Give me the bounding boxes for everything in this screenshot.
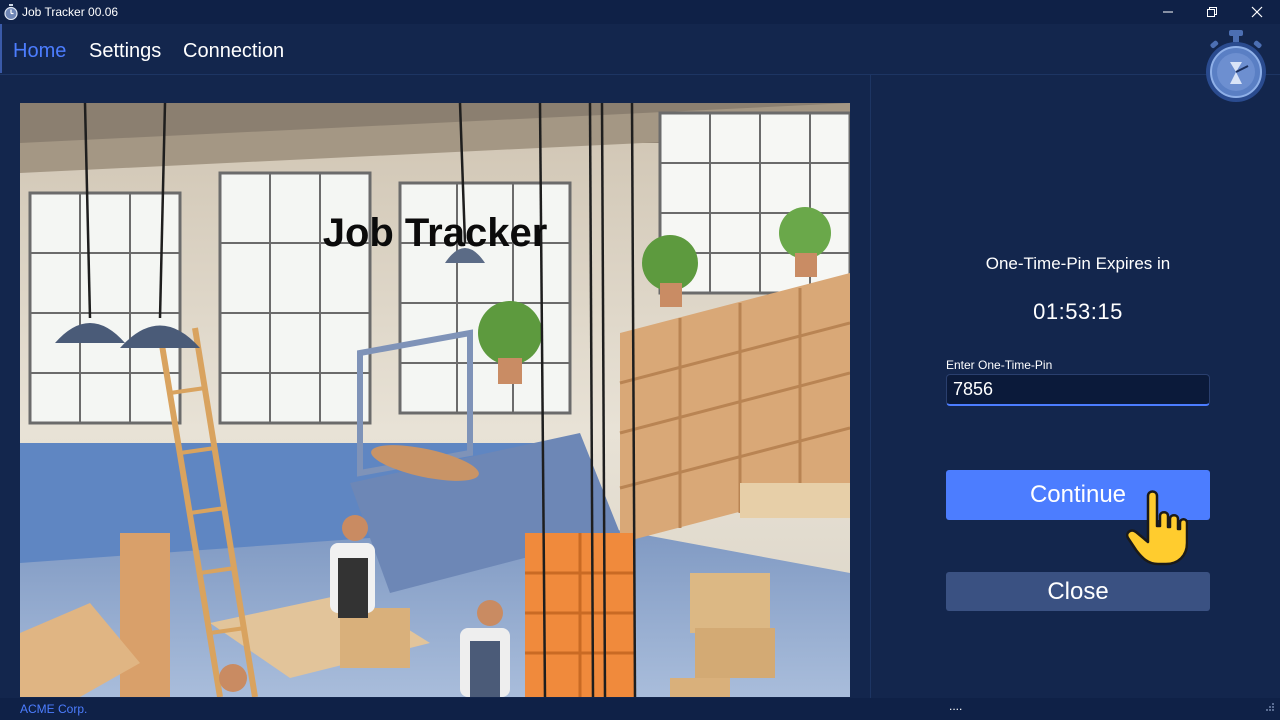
otp-expiry-label: One-Time-Pin Expires in [985, 254, 1171, 273]
hero-title: Job Tracker [322, 211, 548, 255]
panel-divider [870, 74, 871, 698]
restore-icon [1207, 7, 1217, 17]
status-bar: ACME Corp. .... [0, 698, 1280, 720]
status-indicator: .... [949, 699, 963, 713]
minimize-icon [1163, 11, 1173, 13]
tab-connection[interactable]: Connection [183, 40, 284, 63]
otp-countdown: 01:53:15 [1033, 299, 1123, 324]
close-window-button[interactable] [1234, 0, 1280, 24]
window-title: Job Tracker 00.06 [22, 5, 119, 19]
stopwatch-icon [1206, 30, 1266, 102]
company-name: ACME Corp. [20, 702, 88, 716]
tab-settings[interactable]: Settings [89, 40, 161, 63]
close-icon [1251, 6, 1263, 18]
pin-field-label: Enter One-Time-Pin [946, 358, 1053, 372]
title-bar[interactable]: Job Tracker 00.06 [0, 0, 1280, 24]
resize-grip-icon[interactable] [1264, 703, 1274, 713]
pin-input[interactable] [946, 374, 1210, 406]
hand-pointer-icon [1126, 490, 1188, 566]
close-button-label: Close [1047, 577, 1109, 605]
tab-home[interactable]: Home [13, 40, 66, 63]
continue-button-label: Continue [1029, 481, 1127, 508]
stopwatch-icon [4, 4, 18, 20]
close-button[interactable]: Close [946, 572, 1210, 611]
hero-image: Job Tracker [20, 103, 850, 697]
restore-button[interactable] [1189, 0, 1235, 24]
minimize-button[interactable] [1145, 0, 1191, 24]
